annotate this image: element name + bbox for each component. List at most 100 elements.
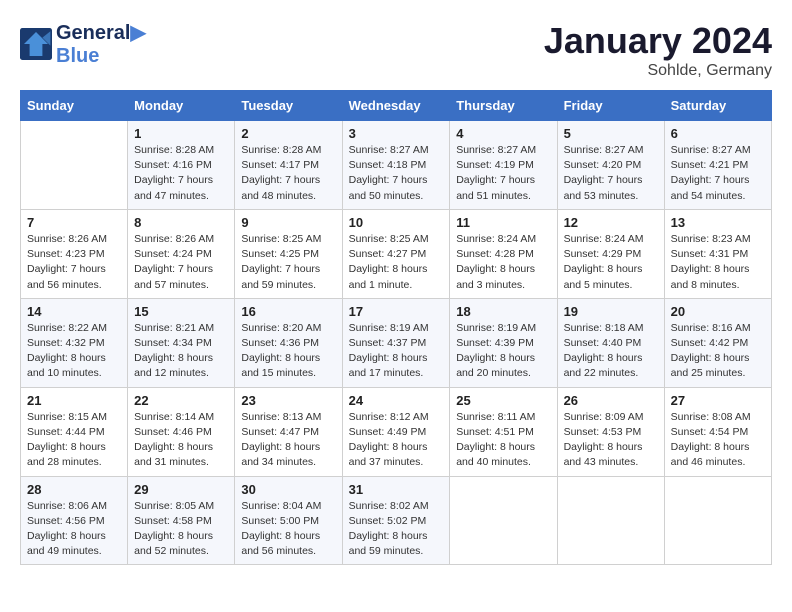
day-info: Sunrise: 8:27 AMSunset: 4:18 PMDaylight:…: [349, 143, 444, 204]
calendar-cell: 17 Sunrise: 8:19 AMSunset: 4:37 PMDayligh…: [342, 298, 450, 387]
day-number: 13: [671, 215, 765, 230]
calendar-week-5: 28 Sunrise: 8:06 AMSunset: 4:56 PMDayligh…: [21, 476, 772, 565]
calendar-cell: 5Sunrise: 8:27 AMSunset: 4:20 PMDaylight…: [557, 121, 664, 210]
calendar-cell: 12 Sunrise: 8:24 AMSunset: 4:29 PMDayligh…: [557, 209, 664, 298]
day-number: 12: [564, 215, 658, 230]
day-number: 27: [671, 393, 765, 408]
calendar-cell: 1 Sunrise: 8:28 AMSunset: 4:16 PMDaylight…: [128, 121, 235, 210]
day-number: 16: [241, 304, 335, 319]
day-number: 17: [349, 304, 444, 319]
day-number: 1: [134, 126, 228, 141]
day-number: 2: [241, 126, 335, 141]
calendar-cell: 25 Sunrise: 8:11 AMSunset: 4:51 PMDayligh…: [450, 387, 557, 476]
calendar-cell: [450, 476, 557, 565]
calendar-cell: 7Sunrise: 8:26 AMSunset: 4:23 PMDaylight…: [21, 209, 128, 298]
day-info: Sunrise: 8:09 AMSunset: 4:53 PMDaylight:…: [564, 410, 658, 471]
col-header-tuesday: Tuesday: [235, 91, 342, 121]
calendar-header-row: SundayMondayTuesdayWednesdayThursdayFrid…: [21, 91, 772, 121]
day-info: Sunrise: 8:02 AMSunset: 5:02 PMDaylight:…: [349, 499, 444, 560]
calendar-cell: 11Sunrise: 8:24 AMSunset: 4:28 PMDayligh…: [450, 209, 557, 298]
col-header-thursday: Thursday: [450, 91, 557, 121]
day-number: 25: [456, 393, 550, 408]
day-number: 22: [134, 393, 228, 408]
day-number: 28: [27, 482, 121, 497]
page-header: General▶ Blue January 2024 Sohlde, Germa…: [20, 20, 772, 80]
day-info: Sunrise: 8:23 AMSunset: 4:31 PMDaylight:…: [671, 232, 765, 293]
day-number: 9: [241, 215, 335, 230]
day-info: Sunrise: 8:28 AMSunset: 4:16 PMDaylight:…: [134, 143, 228, 204]
day-info: Sunrise: 8:14 AMSunset: 4:46 PMDaylight:…: [134, 410, 228, 471]
col-header-sunday: Sunday: [21, 91, 128, 121]
logo: General▶ Blue: [20, 20, 146, 68]
calendar-cell: 30Sunrise: 8:04 AMSunset: 5:00 PMDayligh…: [235, 476, 342, 565]
title-block: January 2024 Sohlde, Germany: [544, 20, 772, 80]
day-info: Sunrise: 8:27 AMSunset: 4:19 PMDaylight:…: [456, 143, 550, 204]
day-info: Sunrise: 8:08 AMSunset: 4:54 PMDaylight:…: [671, 410, 765, 471]
day-number: 10: [349, 215, 444, 230]
logo-icon: [20, 28, 52, 60]
day-number: 30: [241, 482, 335, 497]
day-info: Sunrise: 8:19 AMSunset: 4:37 PMDaylight:…: [349, 321, 444, 382]
day-number: 6: [671, 126, 765, 141]
day-number: 4: [456, 126, 550, 141]
day-number: 3: [349, 126, 444, 141]
day-info: Sunrise: 8:26 AMSunset: 4:24 PMDaylight:…: [134, 232, 228, 293]
day-number: 24: [349, 393, 444, 408]
calendar-cell: [21, 121, 128, 210]
day-info: Sunrise: 8:24 AMSunset: 4:29 PMDaylight:…: [564, 232, 658, 293]
calendar-cell: 14Sunrise: 8:22 AMSunset: 4:32 PMDayligh…: [21, 298, 128, 387]
calendar-cell: 22 Sunrise: 8:14 AMSunset: 4:46 PMDayligh…: [128, 387, 235, 476]
calendar-cell: 13 Sunrise: 8:23 AMSunset: 4:31 PMDayligh…: [664, 209, 771, 298]
day-info: Sunrise: 8:06 AMSunset: 4:56 PMDaylight:…: [27, 499, 121, 560]
day-number: 15: [134, 304, 228, 319]
calendar-week-3: 14Sunrise: 8:22 AMSunset: 4:32 PMDayligh…: [21, 298, 772, 387]
day-number: 8: [134, 215, 228, 230]
calendar-cell: 18Sunrise: 8:19 AMSunset: 4:39 PMDayligh…: [450, 298, 557, 387]
day-info: Sunrise: 8:13 AMSunset: 4:47 PMDaylight:…: [241, 410, 335, 471]
day-info: Sunrise: 8:22 AMSunset: 4:32 PMDaylight:…: [27, 321, 121, 382]
col-header-saturday: Saturday: [664, 91, 771, 121]
col-header-monday: Monday: [128, 91, 235, 121]
month-title: January 2024: [544, 20, 772, 62]
calendar-cell: [664, 476, 771, 565]
calendar-cell: 31 Sunrise: 8:02 AMSunset: 5:02 PMDayligh…: [342, 476, 450, 565]
calendar-week-2: 7Sunrise: 8:26 AMSunset: 4:23 PMDaylight…: [21, 209, 772, 298]
calendar-cell: 3 Sunrise: 8:27 AMSunset: 4:18 PMDaylight…: [342, 121, 450, 210]
calendar-cell: 27 Sunrise: 8:08 AMSunset: 4:54 PMDayligh…: [664, 387, 771, 476]
day-info: Sunrise: 8:25 AMSunset: 4:25 PMDaylight:…: [241, 232, 335, 293]
calendar-cell: 4 Sunrise: 8:27 AMSunset: 4:19 PMDaylight…: [450, 121, 557, 210]
calendar-cell: 24 Sunrise: 8:12 AMSunset: 4:49 PMDayligh…: [342, 387, 450, 476]
logo-text: General▶ Blue: [56, 20, 146, 68]
day-info: Sunrise: 8:16 AMSunset: 4:42 PMDaylight:…: [671, 321, 765, 382]
col-header-wednesday: Wednesday: [342, 91, 450, 121]
calendar-cell: 19 Sunrise: 8:18 AMSunset: 4:40 PMDayligh…: [557, 298, 664, 387]
calendar-cell: 15Sunrise: 8:21 AMSunset: 4:34 PMDayligh…: [128, 298, 235, 387]
day-info: Sunrise: 8:27 AMSunset: 4:21 PMDaylight:…: [671, 143, 765, 204]
calendar-cell: 20 Sunrise: 8:16 AMSunset: 4:42 PMDayligh…: [664, 298, 771, 387]
col-header-friday: Friday: [557, 91, 664, 121]
calendar-cell: 21Sunrise: 8:15 AMSunset: 4:44 PMDayligh…: [21, 387, 128, 476]
day-number: 20: [671, 304, 765, 319]
day-info: Sunrise: 8:27 AMSunset: 4:20 PMDaylight:…: [564, 143, 658, 204]
day-number: 31: [349, 482, 444, 497]
day-number: 29: [134, 482, 228, 497]
day-info: Sunrise: 8:28 AMSunset: 4:17 PMDaylight:…: [241, 143, 335, 204]
day-info: Sunrise: 8:24 AMSunset: 4:28 PMDaylight:…: [456, 232, 550, 293]
day-number: 21: [27, 393, 121, 408]
calendar-cell: 28 Sunrise: 8:06 AMSunset: 4:56 PMDayligh…: [21, 476, 128, 565]
calendar-cell: 6 Sunrise: 8:27 AMSunset: 4:21 PMDaylight…: [664, 121, 771, 210]
day-info: Sunrise: 8:12 AMSunset: 4:49 PMDaylight:…: [349, 410, 444, 471]
day-number: 23: [241, 393, 335, 408]
calendar-cell: 2 Sunrise: 8:28 AMSunset: 4:17 PMDaylight…: [235, 121, 342, 210]
day-info: Sunrise: 8:25 AMSunset: 4:27 PMDaylight:…: [349, 232, 444, 293]
calendar-week-1: 1 Sunrise: 8:28 AMSunset: 4:16 PMDaylight…: [21, 121, 772, 210]
calendar-cell: 26Sunrise: 8:09 AMSunset: 4:53 PMDayligh…: [557, 387, 664, 476]
day-info: Sunrise: 8:26 AMSunset: 4:23 PMDaylight:…: [27, 232, 121, 293]
calendar-cell: [557, 476, 664, 565]
day-info: Sunrise: 8:11 AMSunset: 4:51 PMDaylight:…: [456, 410, 550, 471]
location-subtitle: Sohlde, Germany: [544, 62, 772, 80]
calendar-cell: 23 Sunrise: 8:13 AMSunset: 4:47 PMDayligh…: [235, 387, 342, 476]
day-number: 19: [564, 304, 658, 319]
day-info: Sunrise: 8:18 AMSunset: 4:40 PMDaylight:…: [564, 321, 658, 382]
calendar-table: SundayMondayTuesdayWednesdayThursdayFrid…: [20, 90, 772, 565]
